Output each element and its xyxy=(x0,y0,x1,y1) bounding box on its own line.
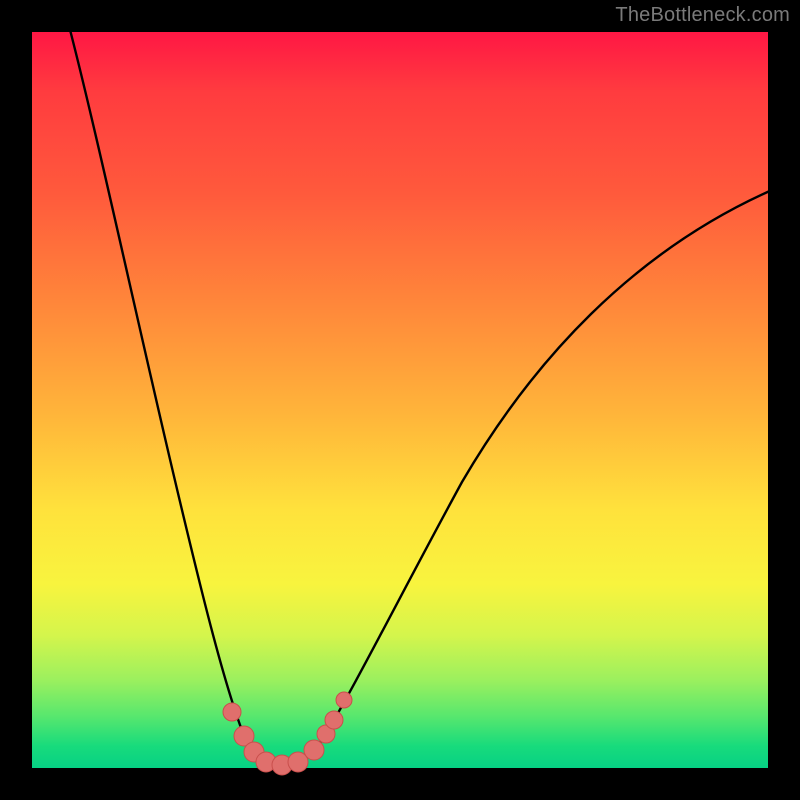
marker-dot xyxy=(336,692,352,708)
plot-area xyxy=(32,32,768,768)
curve-layer xyxy=(32,32,768,768)
marker-dot xyxy=(223,703,241,721)
marker-group xyxy=(223,692,352,775)
marker-dot xyxy=(304,740,324,760)
bottleneck-curve xyxy=(68,22,772,765)
chart-frame: TheBottleneck.com xyxy=(0,0,800,800)
watermark-text: TheBottleneck.com xyxy=(615,4,790,27)
marker-dot xyxy=(325,711,343,729)
